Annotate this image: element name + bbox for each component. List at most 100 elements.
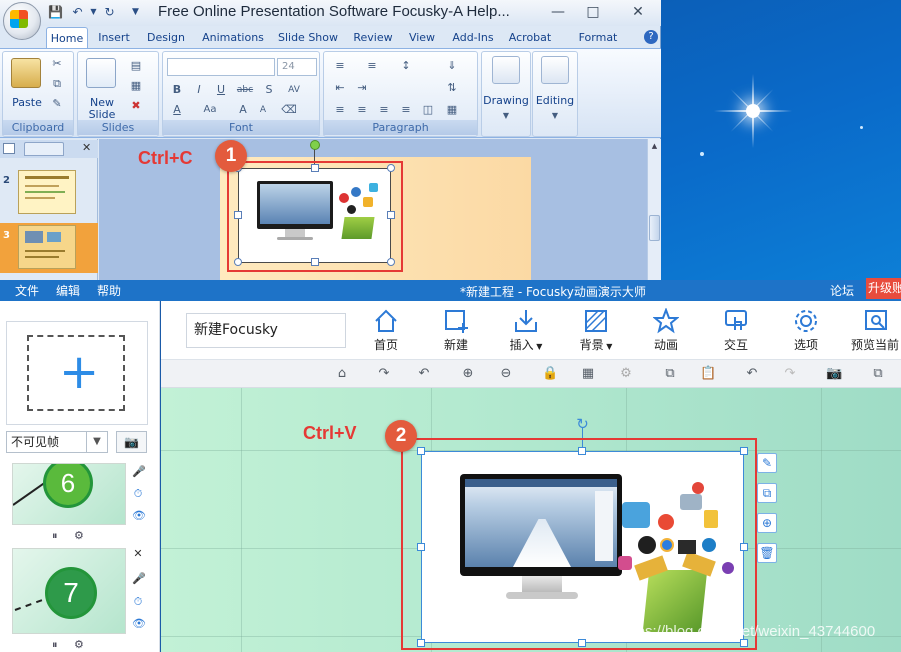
menu-help[interactable]: 帮助 <box>97 282 121 299</box>
background-button[interactable]: 背景 ▼ <box>566 306 626 356</box>
zoom-to-object-icon[interactable]: ⊕ <box>757 513 777 533</box>
animation-button[interactable]: 动画 <box>636 306 696 356</box>
upgrade-button[interactable]: 升级账 <box>866 278 901 299</box>
columns-icon[interactable]: ◫ <box>420 102 436 118</box>
vertical-scrollbar[interactable]: ▲ <box>647 139 661 282</box>
undo-dropdown-icon[interactable]: ▼ <box>86 5 101 19</box>
tab-home[interactable]: Home <box>46 27 88 49</box>
eye-icon[interactable]: 👁 <box>132 617 146 630</box>
decrease-indent-icon[interactable]: ⇤ <box>332 80 348 96</box>
tab-view[interactable]: View <box>402 27 442 49</box>
frame-thumbnail[interactable]: 6 <box>12 463 126 525</box>
font-family-combo[interactable] <box>167 58 275 76</box>
bold-icon[interactable]: B <box>169 82 185 98</box>
frame-thumbnail[interactable]: 7 <box>12 548 126 634</box>
undo-icon[interactable]: ↶ <box>744 366 760 382</box>
rotate-icon[interactable]: ↻ <box>575 417 590 432</box>
insert-button[interactable]: 插入 ▼ <box>496 306 556 356</box>
align-right-icon[interactable]: ≡ <box>376 102 392 118</box>
tab-animations[interactable]: Animations <box>198 27 268 49</box>
grid-icon[interactable]: ▦ <box>580 366 596 382</box>
character-spacing-icon[interactable]: AV <box>283 82 305 98</box>
menu-edit[interactable]: 编辑 <box>56 282 80 299</box>
camera-icon[interactable]: 📷 <box>116 431 147 453</box>
smartart-icon[interactable]: ▦ <box>444 102 460 118</box>
pause-icon[interactable]: ⏸ <box>52 529 58 543</box>
plus-icon[interactable]: + <box>59 348 99 396</box>
cut-icon[interactable]: ✂ <box>49 56 65 72</box>
new-button[interactable]: 新建 <box>426 306 486 356</box>
text-direction-icon[interactable]: ⇓ <box>444 58 460 74</box>
tab-add-ins[interactable]: Add-Ins <box>448 27 498 49</box>
change-case-icon[interactable]: Aa <box>199 102 221 118</box>
drawing-button[interactable]: Drawing <box>482 94 530 107</box>
shadow-icon[interactable]: S <box>261 82 277 98</box>
chevron-down-icon[interactable]: ▼ <box>86 432 107 452</box>
justify-icon[interactable]: ≡ <box>398 102 414 118</box>
timer-icon[interactable]: ⏱ <box>132 595 144 609</box>
lock-icon[interactable]: 🔒 <box>542 366 558 382</box>
font-size-combo[interactable]: 24 <box>277 58 317 76</box>
microphone-icon[interactable]: 🎤 <box>132 572 146 585</box>
tab-format[interactable]: Format <box>574 27 622 49</box>
save-icon[interactable]: 💾 <box>48 5 63 19</box>
maximize-icon[interactable]: □ <box>583 3 603 21</box>
delete-slide-icon[interactable]: ✖ <box>128 98 144 114</box>
forum-link[interactable]: 论坛 <box>830 282 854 299</box>
align-left-icon[interactable]: ≡ <box>332 102 348 118</box>
rotate-handle[interactable] <box>310 140 320 150</box>
zoom-out-icon[interactable]: ⊖ <box>498 366 514 382</box>
clear-format-icon[interactable]: ⌫ <box>281 102 297 118</box>
slides-tab-icon[interactable] <box>3 143 15 154</box>
microphone-icon[interactable]: 🎤 <box>132 465 146 478</box>
outline-tab[interactable] <box>24 142 64 156</box>
slide-thumbnail[interactable] <box>18 170 76 214</box>
slide-thumbnail-selected[interactable] <box>18 225 76 269</box>
paste-icon[interactable]: 📋 <box>700 366 716 382</box>
tab-design[interactable]: Design <box>142 27 190 49</box>
project-name-field[interactable]: 新建Focusky <box>186 313 346 348</box>
customize-qat-icon[interactable]: ▼ <box>128 5 143 19</box>
eye-icon[interactable]: 👁 <box>132 509 146 522</box>
preview-button[interactable]: 预览当前 <box>846 306 901 356</box>
menu-file[interactable]: 文件 <box>15 282 39 299</box>
rotate-right-icon[interactable]: ↷ <box>376 366 392 382</box>
help-icon[interactable]: ? <box>644 30 658 44</box>
italic-icon[interactable]: I <box>191 82 207 98</box>
close-icon[interactable]: ✕ <box>628 3 648 21</box>
font-color-icon[interactable]: A <box>169 102 185 118</box>
rotate-left-icon[interactable]: ↶ <box>416 366 432 382</box>
shrink-font-icon[interactable]: A <box>255 102 271 118</box>
home-button[interactable]: 首页 <box>356 306 416 356</box>
gear-icon[interactable]: ⚙ <box>74 638 84 651</box>
grow-font-icon[interactable]: A <box>235 102 251 118</box>
close-icon[interactable]: ✕ <box>132 547 144 560</box>
zoom-in-icon[interactable]: ⊕ <box>460 366 476 382</box>
underline-icon[interactable]: U <box>213 82 229 98</box>
tab-insert[interactable]: Insert <box>92 27 136 49</box>
edit-image-icon[interactable]: ✎ <box>757 453 777 473</box>
tab-review[interactable]: Review <box>350 27 396 49</box>
scrollbar-thumb[interactable] <box>649 215 660 241</box>
align-center-icon[interactable]: ≡ <box>354 102 370 118</box>
fullscreen-icon[interactable]: ⧉ <box>870 366 886 382</box>
options-button[interactable]: 选项 <box>776 306 836 356</box>
grid-settings-icon[interactable]: ⚙ <box>618 366 634 382</box>
redo-icon[interactable]: ↷ <box>782 366 798 382</box>
trash-icon[interactable]: 🗑 <box>757 543 777 563</box>
interaction-button[interactable]: 交互 <box>706 306 766 356</box>
undo-icon[interactable]: ↶ <box>70 5 85 19</box>
increase-indent-icon[interactable]: ⇥ <box>354 80 370 96</box>
pause-icon[interactable]: ⏸ <box>52 638 58 652</box>
bullets-icon[interactable]: ≡ <box>332 58 348 74</box>
redo-icon[interactable]: ↻ <box>102 5 117 19</box>
gear-icon[interactable]: ⚙ <box>74 529 84 542</box>
tab-acrobat[interactable]: Acrobat <box>504 27 556 49</box>
align-text-icon[interactable]: ⇅ <box>444 80 460 96</box>
timer-icon[interactable]: ⏱ <box>132 487 144 501</box>
home-view-icon[interactable]: ⌂ <box>334 366 350 382</box>
duplicate-icon[interactable]: ⧉ <box>757 483 777 503</box>
layout-icon[interactable]: ▤ <box>128 58 144 74</box>
reset-icon[interactable]: ▦ <box>128 78 144 94</box>
close-pane-icon[interactable]: ✕ <box>82 141 91 154</box>
